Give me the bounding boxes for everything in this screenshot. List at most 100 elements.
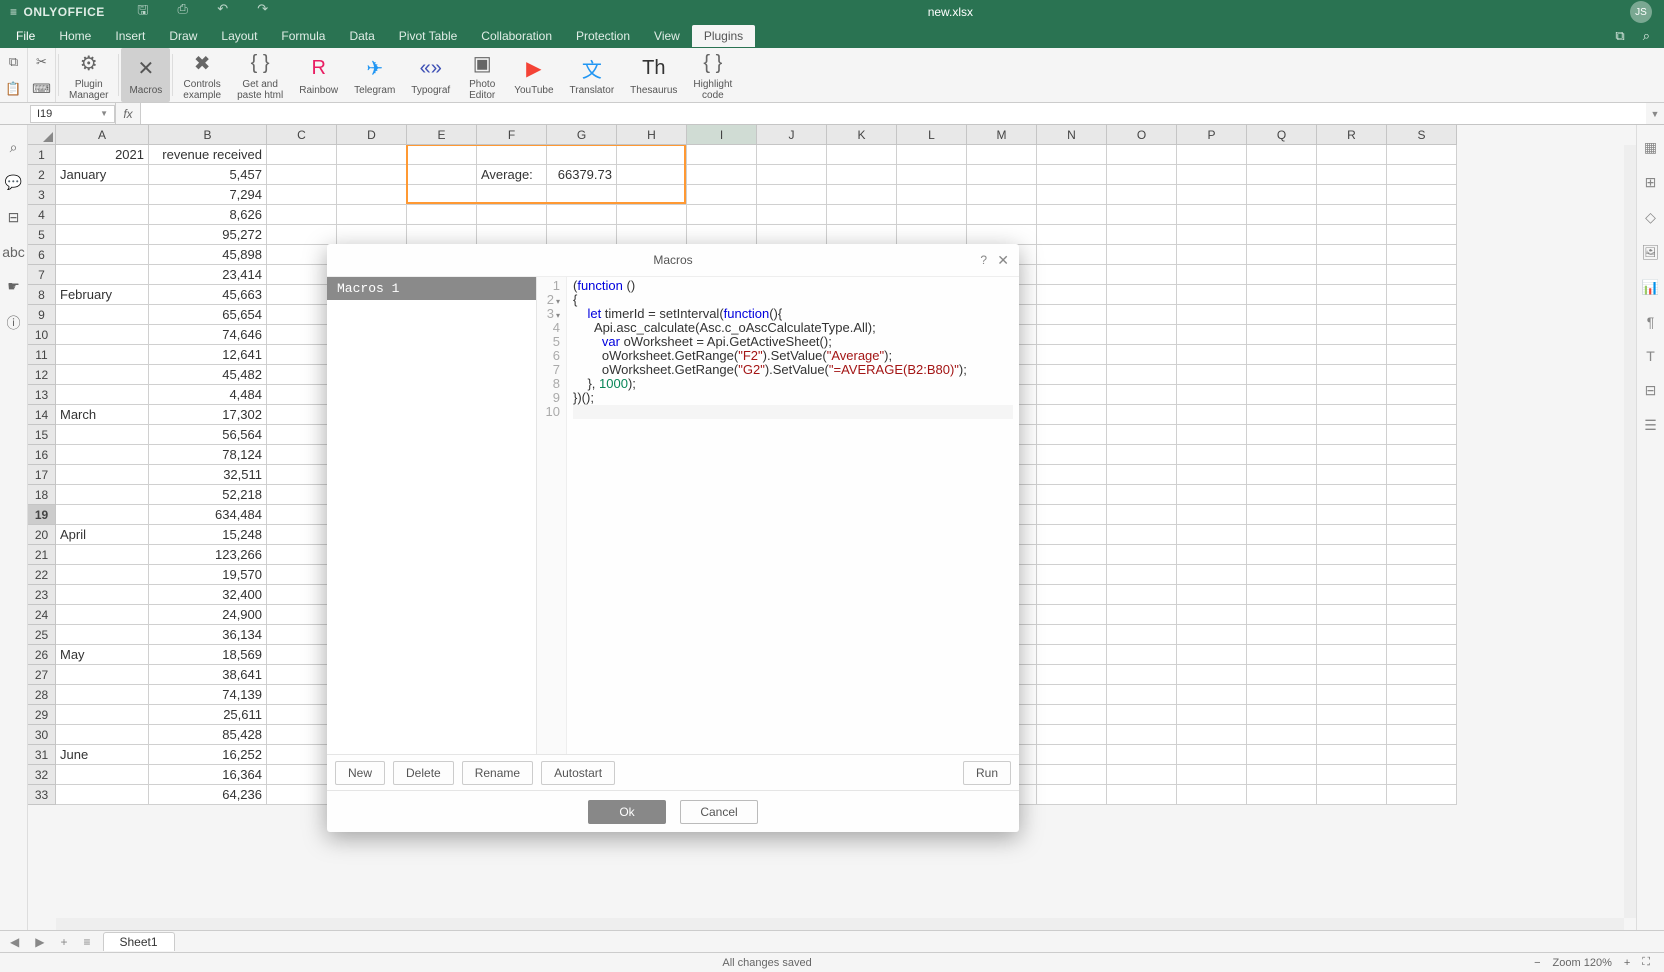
cell-F2[interactable]: Average: xyxy=(477,165,547,185)
user-avatar[interactable]: JS xyxy=(1630,1,1652,23)
cell[interactable] xyxy=(617,185,687,205)
cell[interactable] xyxy=(1177,265,1247,285)
cell[interactable] xyxy=(1177,465,1247,485)
cell[interactable] xyxy=(1317,745,1387,765)
cell-A2[interactable]: January xyxy=(56,165,149,185)
cell[interactable] xyxy=(1387,565,1457,585)
cell[interactable] xyxy=(56,625,149,645)
help-icon[interactable]: ? xyxy=(980,253,987,267)
about-icon[interactable]: ⓘ xyxy=(7,313,21,333)
plugin-plugin[interactable]: ⚙Plugin Manager xyxy=(61,48,116,102)
cell[interactable] xyxy=(1247,385,1317,405)
cell[interactable] xyxy=(1317,505,1387,525)
cell[interactable] xyxy=(827,165,897,185)
cell[interactable] xyxy=(1387,705,1457,725)
row-header-10[interactable]: 10 xyxy=(28,325,56,345)
cell-B12[interactable]: 45,482 xyxy=(149,365,267,385)
cell[interactable] xyxy=(1107,565,1177,585)
cell[interactable] xyxy=(1247,605,1317,625)
cell[interactable] xyxy=(1247,685,1317,705)
cell[interactable] xyxy=(1107,325,1177,345)
cell[interactable] xyxy=(1247,225,1317,245)
cell[interactable] xyxy=(687,205,757,225)
cell[interactable] xyxy=(1247,525,1317,545)
cell[interactable] xyxy=(1247,405,1317,425)
cell[interactable] xyxy=(1037,425,1107,445)
menu-tab-formula[interactable]: Formula xyxy=(269,25,337,47)
cell[interactable] xyxy=(1037,605,1107,625)
cell[interactable] xyxy=(1317,565,1387,585)
cell[interactable] xyxy=(1037,325,1107,345)
cell-B13[interactable]: 4,484 xyxy=(149,385,267,405)
cell[interactable] xyxy=(1177,705,1247,725)
cell[interactable] xyxy=(1387,425,1457,445)
cell[interactable] xyxy=(1037,785,1107,805)
cell[interactable] xyxy=(1317,285,1387,305)
cell[interactable] xyxy=(1387,485,1457,505)
cell[interactable] xyxy=(267,145,337,165)
cell[interactable] xyxy=(757,225,827,245)
row-header-7[interactable]: 7 xyxy=(28,265,56,285)
cell[interactable] xyxy=(337,205,407,225)
cell[interactable] xyxy=(1387,265,1457,285)
menu-tab-layout[interactable]: Layout xyxy=(209,25,269,47)
cell[interactable] xyxy=(1247,285,1317,305)
cell-B17[interactable]: 32,511 xyxy=(149,465,267,485)
cell[interactable] xyxy=(1107,645,1177,665)
fx-icon[interactable]: fx xyxy=(115,103,141,124)
cell[interactable] xyxy=(897,205,967,225)
row-header-11[interactable]: 11 xyxy=(28,345,56,365)
cell[interactable] xyxy=(1037,645,1107,665)
row-header-1[interactable]: 1 xyxy=(28,145,56,165)
cell[interactable] xyxy=(56,485,149,505)
cell-B31[interactable]: 16,252 xyxy=(149,745,267,765)
cell[interactable] xyxy=(1317,465,1387,485)
cell[interactable] xyxy=(547,225,617,245)
menu-tab-collaboration[interactable]: Collaboration xyxy=(469,25,564,47)
cell[interactable] xyxy=(1317,245,1387,265)
cell[interactable] xyxy=(1177,225,1247,245)
cell[interactable] xyxy=(1247,745,1317,765)
cut-icon[interactable]: ✂ xyxy=(36,54,47,70)
cell[interactable] xyxy=(1177,605,1247,625)
cell[interactable] xyxy=(1177,645,1247,665)
sheet-tab[interactable]: Sheet1 xyxy=(103,932,175,951)
row-header-31[interactable]: 31 xyxy=(28,745,56,765)
cell[interactable] xyxy=(1247,765,1317,785)
menu-tab-plugins[interactable]: Plugins xyxy=(692,25,755,47)
row-header-2[interactable]: 2 xyxy=(28,165,56,185)
close-icon[interactable]: ✕ xyxy=(997,252,1009,269)
cell[interactable] xyxy=(617,165,687,185)
cell[interactable] xyxy=(1037,625,1107,645)
cell[interactable] xyxy=(1107,425,1177,445)
cell[interactable] xyxy=(1177,325,1247,345)
plugin-typograf[interactable]: «»Typograf xyxy=(403,48,458,102)
cell-B10[interactable]: 74,646 xyxy=(149,325,267,345)
cell[interactable] xyxy=(337,145,407,165)
cell[interactable] xyxy=(1107,165,1177,185)
cell[interactable] xyxy=(1177,685,1247,705)
cell[interactable] xyxy=(1177,505,1247,525)
macros-list[interactable]: Macros 1 xyxy=(327,277,537,754)
cell[interactable] xyxy=(967,145,1037,165)
cell-B11[interactable]: 12,641 xyxy=(149,345,267,365)
redo-icon[interactable]: ↷ xyxy=(255,1,271,23)
cell-B8[interactable]: 45,663 xyxy=(149,285,267,305)
cell[interactable] xyxy=(56,505,149,525)
col-header-G[interactable]: G xyxy=(547,125,617,145)
cell[interactable] xyxy=(1037,225,1107,245)
cell[interactable] xyxy=(1387,385,1457,405)
cell[interactable] xyxy=(1247,465,1317,485)
cell[interactable] xyxy=(56,325,149,345)
cell[interactable] xyxy=(687,165,757,185)
cell[interactable] xyxy=(56,445,149,465)
plugin-controls[interactable]: ✖Controls example xyxy=(175,48,229,102)
cell[interactable] xyxy=(1177,585,1247,605)
cell-B3[interactable]: 7,294 xyxy=(149,185,267,205)
row-header-13[interactable]: 13 xyxy=(28,385,56,405)
cell[interactable] xyxy=(1037,725,1107,745)
cell[interactable] xyxy=(1387,305,1457,325)
plugin-telegram[interactable]: ✈Telegram xyxy=(346,48,403,102)
paragraph-settings-icon[interactable]: ¶ xyxy=(1647,314,1655,330)
cell[interactable] xyxy=(56,785,149,805)
